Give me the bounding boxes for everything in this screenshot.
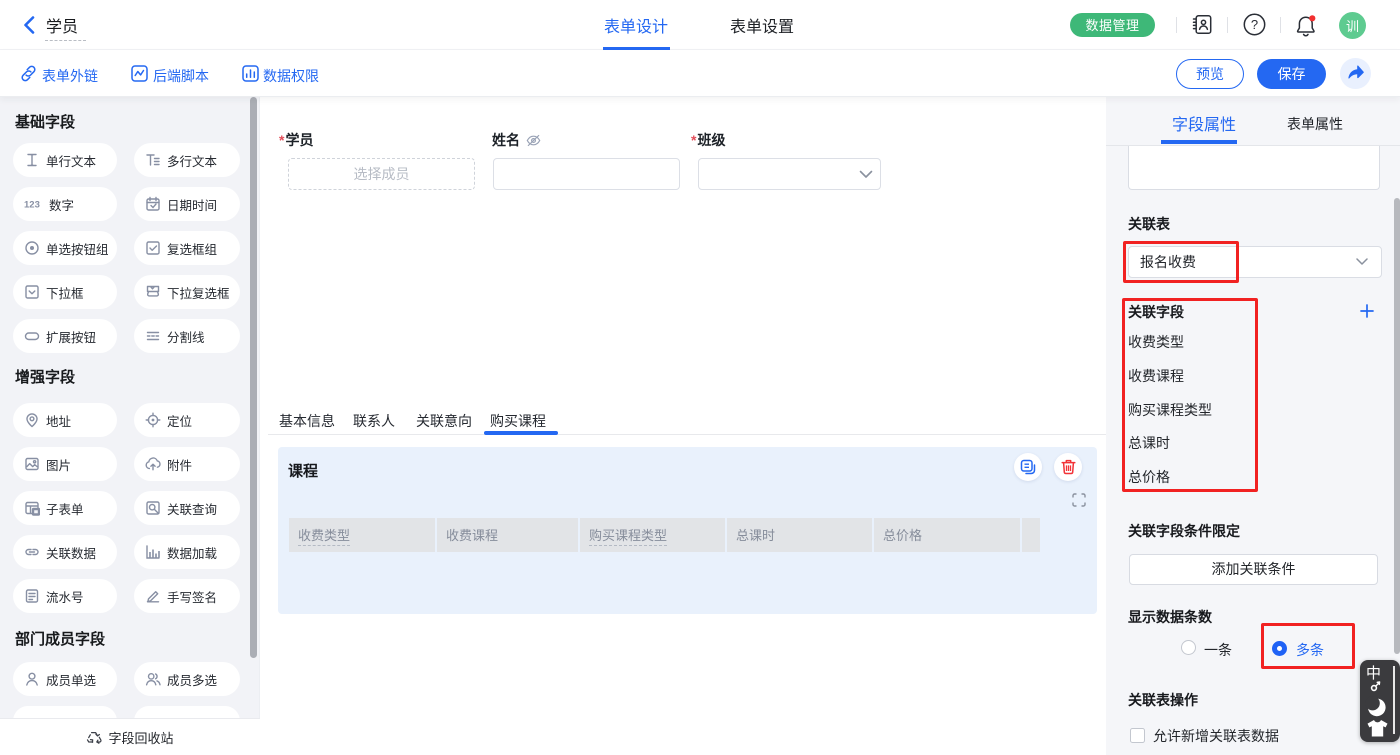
svg-text:123: 123 xyxy=(24,200,40,211)
svg-text:?: ? xyxy=(1251,17,1258,32)
